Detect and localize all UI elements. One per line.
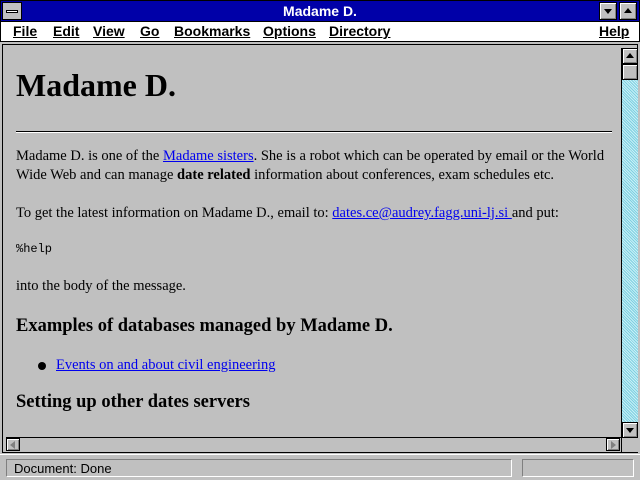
document-frame: Madame D. Madame D. is one of the Madame… [2,44,638,453]
scroll-left-button[interactable] [6,438,20,451]
status-text: Document: Done [6,459,512,477]
after-command-text: into the body of the message. [16,278,186,294]
list-item: Events on and about civil engineering [38,356,612,375]
help-command: %help [16,242,53,256]
section-heading-examples: Examples of databases managed by Madame … [16,316,393,336]
menu-bookmarks[interactable]: Bookmarks [174,23,250,39]
section-heading-setup: Setting up other dates servers [16,392,250,412]
minimize-icon [604,9,612,14]
scroll-up-button[interactable] [622,48,638,64]
arrow-down-icon [626,428,634,433]
intro-paragraph: Madame D. is one of the Madame sisters. … [16,147,612,185]
maximize-button[interactable] [619,2,637,20]
scroll-right-button[interactable] [606,438,620,451]
civil-engineering-events-link[interactable]: Events on and about civil engineering [56,357,275,373]
menu-view[interactable]: View [93,23,125,39]
menu-options[interactable]: Options [263,23,316,39]
intro-text-3: information about conferences, exam sche… [250,167,555,183]
title-bar: Madame D. [0,0,640,22]
email-text-1: To get the latest information on Madame … [16,205,333,221]
menu-edit[interactable]: Edit [53,23,79,39]
menu-go[interactable]: Go [140,23,159,39]
vertical-scrollbar[interactable] [621,48,638,438]
status-bar: Document: Done [0,454,640,480]
email-link[interactable]: dates.ce@audrey.fagg.uni-lj.si [332,205,512,221]
horizontal-scrollbar[interactable] [6,437,621,451]
examples-list: Events on and about civil engineering [38,356,612,375]
arrow-up-icon [626,53,634,58]
arrow-left-icon [10,441,15,449]
scrollbar-corner [621,437,638,452]
maximize-icon [624,8,632,13]
vertical-scroll-track[interactable] [622,64,638,422]
intro-text-1: Madame D. is one of the [16,148,163,164]
email-paragraph: To get the latest information on Madame … [16,204,612,223]
menu-file[interactable]: File [13,23,37,39]
minimize-button[interactable] [599,2,617,20]
window-title: Madame D. [283,3,357,19]
intro-bold: date related [177,167,251,183]
page-heading: Madame D. [16,67,176,103]
scroll-down-button[interactable] [622,422,638,438]
menu-bar: File Edit View Go Bookmarks Options Dire… [0,22,640,42]
menu-directory[interactable]: Directory [329,23,390,39]
bullet-icon [38,362,46,370]
email-text-2: and put: [511,205,559,221]
menu-help[interactable]: Help [599,23,629,39]
progress-indicator [522,459,634,477]
horizontal-rule [16,131,612,133]
document-content: Madame D. Madame D. is one of the Madame… [6,48,620,437]
arrow-right-icon [611,441,616,449]
vertical-scroll-thumb[interactable] [622,64,638,80]
madame-sisters-link[interactable]: Madame sisters [163,148,254,164]
